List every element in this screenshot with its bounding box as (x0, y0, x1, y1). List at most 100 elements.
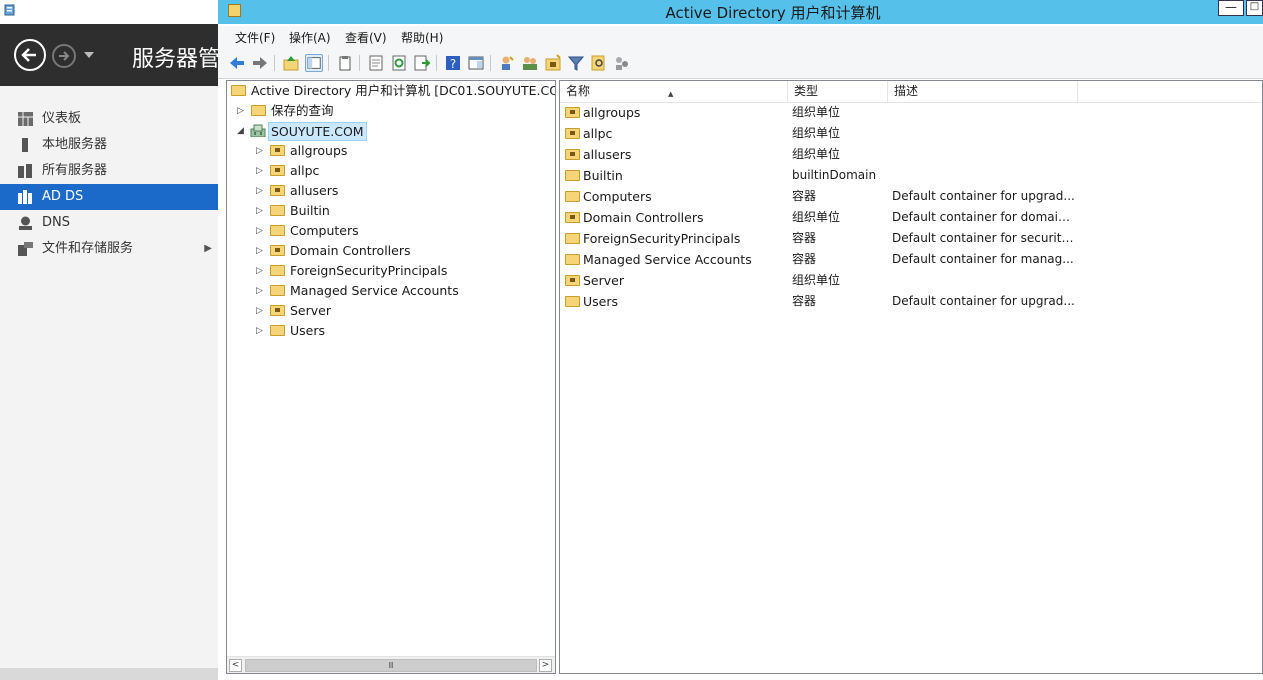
cell-description: Default container for upgrad... (892, 189, 1075, 203)
expand-arrow-icon[interactable]: ▷ (256, 301, 266, 321)
toolbar: ? (218, 48, 1263, 79)
refresh-icon[interactable] (390, 54, 408, 72)
list-row[interactable]: allpc 组织单位 (560, 123, 1260, 144)
expand-arrow-icon[interactable]: ▷ (256, 201, 266, 221)
history-dropdown-icon[interactable] (84, 52, 94, 58)
svg-text:?: ? (450, 57, 456, 71)
column-header-description[interactable]: 描述 (888, 81, 1078, 102)
server-manager-window: 服务器管 仪表板 本地服务器 所有服务器 AD DS DNS 文件和存储服务 ▶ (0, 0, 221, 680)
tree-label: Computers (290, 223, 359, 238)
help-icon[interactable]: ? (444, 54, 462, 72)
expand-arrow-icon[interactable]: ▷ (237, 101, 247, 121)
clipboard-icon[interactable] (336, 54, 354, 72)
sm-nav-all-servers[interactable]: 所有服务器 (0, 158, 218, 184)
menu-bar: 文件(F) 操作(A) 查看(V) 帮助(H) (218, 26, 1263, 48)
cell-name: allpc (583, 126, 613, 141)
tree-label: allusers (290, 183, 339, 198)
list-row[interactable]: allusers 组织单位 (560, 144, 1260, 165)
tree-label: Server (290, 303, 331, 318)
sm-nav-file-storage[interactable]: 文件和存储服务 ▶ (0, 236, 218, 262)
server-manager-heading: 服务器管 (132, 47, 221, 72)
ou-folder-icon (565, 149, 580, 160)
ou-folder-icon (565, 128, 580, 139)
sm-nav-dns[interactable]: DNS (0, 210, 218, 236)
new-user-icon[interactable] (498, 54, 516, 72)
list-row[interactable]: Users 容器 Default container for upgrad... (560, 291, 1260, 312)
maximize-button[interactable]: □ (1246, 0, 1263, 16)
folder-icon (565, 170, 580, 181)
collapse-arrow-icon[interactable]: ◢ (237, 121, 247, 141)
sm-nav-local-server[interactable]: 本地服务器 (0, 132, 218, 158)
menu-help[interactable]: 帮助(H) (401, 29, 443, 46)
scroll-thumb[interactable]: Ⅲ (245, 659, 537, 672)
minimize-button[interactable]: — (1218, 0, 1244, 16)
server-manager-statusbar (0, 668, 218, 680)
filter-icon[interactable] (567, 54, 585, 72)
tree-label: 保存的查询 (271, 103, 334, 118)
list-row[interactable]: Server 组织单位 (560, 270, 1260, 291)
forward-icon[interactable] (251, 54, 269, 72)
tree-pane[interactable]: Active Directory 用户和计算机 [DC01.SOUYUTE.CO… (226, 80, 556, 674)
domain-icon (250, 124, 266, 137)
all-servers-icon (18, 164, 32, 178)
cell-description: Default container for manag... (892, 252, 1074, 266)
new-group-icon[interactable] (521, 54, 539, 72)
sm-nav-dashboard[interactable]: 仪表板 (0, 106, 218, 132)
ou-folder-icon (565, 212, 580, 223)
list-row[interactable]: Managed Service Accounts 容器 Default contai… (560, 249, 1260, 270)
list-row[interactable]: allgroups 组织单位 (560, 102, 1260, 123)
find-icon[interactable] (590, 54, 608, 72)
window-title: Active Directory 用户和计算机 (665, 4, 881, 22)
expand-arrow-icon[interactable]: ▷ (256, 321, 266, 341)
expand-arrow-icon[interactable]: ▶ (204, 236, 212, 262)
console-icon[interactable] (467, 54, 485, 72)
cell-type: 组织单位 (792, 147, 841, 161)
back-button[interactable] (14, 39, 46, 71)
tree-label: Managed Service Accounts (290, 283, 459, 298)
cell-name: allusers (583, 147, 632, 162)
expand-arrow-icon[interactable]: ▷ (256, 241, 266, 261)
expand-arrow-icon[interactable]: ▷ (256, 281, 266, 301)
list-row[interactable]: ForeignSecurityPrincipals 容器 Default conta… (560, 228, 1260, 249)
cell-type: 容器 (792, 231, 817, 245)
add-to-group-icon[interactable] (613, 54, 631, 72)
expand-arrow-icon[interactable]: ▷ (256, 181, 266, 201)
scroll-right-button[interactable]: > (539, 659, 552, 672)
forward-button[interactable] (52, 44, 76, 68)
cell-name: ForeignSecurityPrincipals (583, 231, 741, 246)
ou-folder-icon (270, 145, 285, 156)
tree-label: ForeignSecurityPrincipals (290, 263, 448, 278)
list-row[interactable]: Domain Controllers 组织单位 Default container … (560, 207, 1260, 228)
column-header-name[interactable]: 名称 ▲ (560, 81, 788, 102)
list-row[interactable]: Builtin builtinDomain (560, 165, 1260, 186)
cell-type: 组织单位 (792, 105, 841, 119)
ou-folder-icon (270, 245, 285, 256)
menu-file[interactable]: 文件(F) (235, 29, 275, 46)
cell-name: Domain Controllers (583, 210, 704, 225)
expand-arrow-icon[interactable]: ▷ (256, 161, 266, 181)
column-header-type[interactable]: 类型 (788, 81, 888, 102)
cell-type: 容器 (792, 294, 817, 308)
server-manager-header: 服务器管 (0, 24, 221, 86)
scroll-left-button[interactable]: < (229, 659, 242, 672)
menu-view[interactable]: 查看(V) (345, 29, 387, 46)
menu-action[interactable]: 操作(A) (289, 29, 331, 46)
tree-label: Domain Controllers (290, 243, 411, 258)
up-icon[interactable] (282, 54, 300, 72)
details-pane[interactable]: 名称 ▲ 类型 描述 allgroups 组织单位 allpc 组织单位 alluser… (559, 80, 1263, 674)
folder-icon (270, 205, 285, 216)
list-row[interactable]: Computers 容器 Default container for upgrad.… (560, 186, 1260, 207)
expand-arrow-icon[interactable]: ▷ (256, 221, 266, 241)
sm-nav-label: 仪表板 (42, 111, 82, 126)
sm-nav-ad-ds[interactable]: AD DS (0, 184, 218, 210)
show-tree-icon[interactable] (305, 54, 323, 72)
properties-icon[interactable] (367, 54, 385, 72)
expand-arrow-icon[interactable]: ▷ (256, 141, 266, 161)
horizontal-scrollbar[interactable]: < Ⅲ > (227, 656, 555, 673)
back-icon[interactable] (228, 54, 246, 72)
export-icon[interactable] (413, 54, 431, 72)
column-label: 描述 (894, 84, 919, 98)
expand-arrow-icon[interactable]: ▷ (256, 261, 266, 281)
aduc-root-icon (231, 85, 246, 96)
new-ou-icon[interactable] (544, 54, 562, 72)
